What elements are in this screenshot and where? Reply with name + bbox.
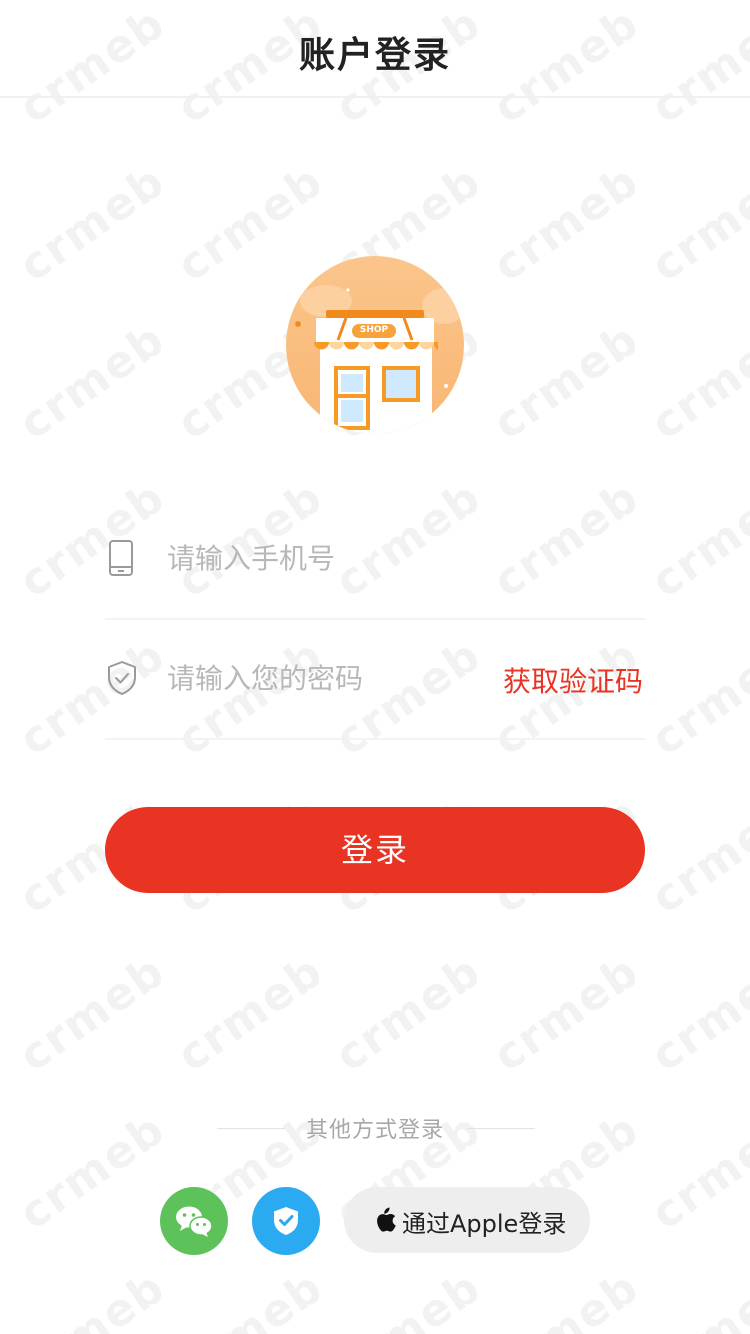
shop-logo: SHOP — [286, 256, 464, 434]
page-title: 账户登录 — [298, 35, 451, 76]
watermark-text: crmeb — [484, 155, 649, 292]
password-input[interactable] — [167, 654, 497, 702]
watermark-text: crmeb — [642, 155, 750, 292]
shop-sign-label: SHOP — [359, 325, 389, 335]
watermark-text: crmeb — [10, 1261, 175, 1334]
watermark-text: crmeb — [168, 945, 333, 1082]
watermark-text: crmeb — [168, 1261, 333, 1334]
phone-icon — [105, 540, 139, 576]
wechat-login-button[interactable] — [160, 1187, 228, 1255]
get-code-button[interactable]: 获取验证码 — [503, 660, 643, 700]
phone-input[interactable] — [167, 534, 497, 582]
watermark-text: crmeb — [642, 313, 750, 450]
shop-storefront-icon — [286, 256, 464, 434]
password-row: 获取验证码 — [105, 618, 645, 740]
watermark-text: crmeb — [10, 155, 175, 292]
apple-login-label: 通过Apple登录 — [402, 1210, 567, 1238]
watermark-text: crmeb — [642, 787, 750, 924]
watermark-text: crmeb — [642, 471, 750, 608]
nav-bar: 账户登录 — [0, 0, 750, 98]
watermark-text: crmeb — [10, 945, 175, 1082]
watermark-text: crmeb — [326, 1261, 491, 1334]
login-button[interactable]: 登录 — [105, 807, 645, 893]
watermark-text: crmeb — [484, 313, 649, 450]
phone-row — [105, 498, 645, 620]
watermark-text: crmeb — [484, 1261, 649, 1334]
watermark-text: crmeb — [642, 945, 750, 1082]
shield-check-icon — [105, 660, 139, 696]
login-page: crmeb crmeb crmeb crmeb crmeb crmeb crmeb crmeb… — [0, 0, 750, 1334]
other-login-title: 其他方式登录 — [305, 1118, 444, 1143]
shield-check-icon — [274, 1207, 298, 1235]
watermark-text: crmeb — [10, 313, 175, 450]
watermark-text: crmeb — [642, 629, 750, 766]
divider-right — [467, 1128, 535, 1129]
watermark-text: crmeb — [326, 945, 491, 1082]
watermark-text: crmeb — [484, 945, 649, 1082]
apple-login-button[interactable]: 通过Apple登录 — [344, 1187, 590, 1253]
wechat-icon — [176, 1206, 213, 1237]
apple-icon — [377, 1207, 396, 1232]
account-login-button[interactable] — [252, 1187, 320, 1255]
watermark-text: crmeb — [642, 1261, 750, 1334]
other-login-header: 其他方式登录 — [0, 1112, 750, 1148]
